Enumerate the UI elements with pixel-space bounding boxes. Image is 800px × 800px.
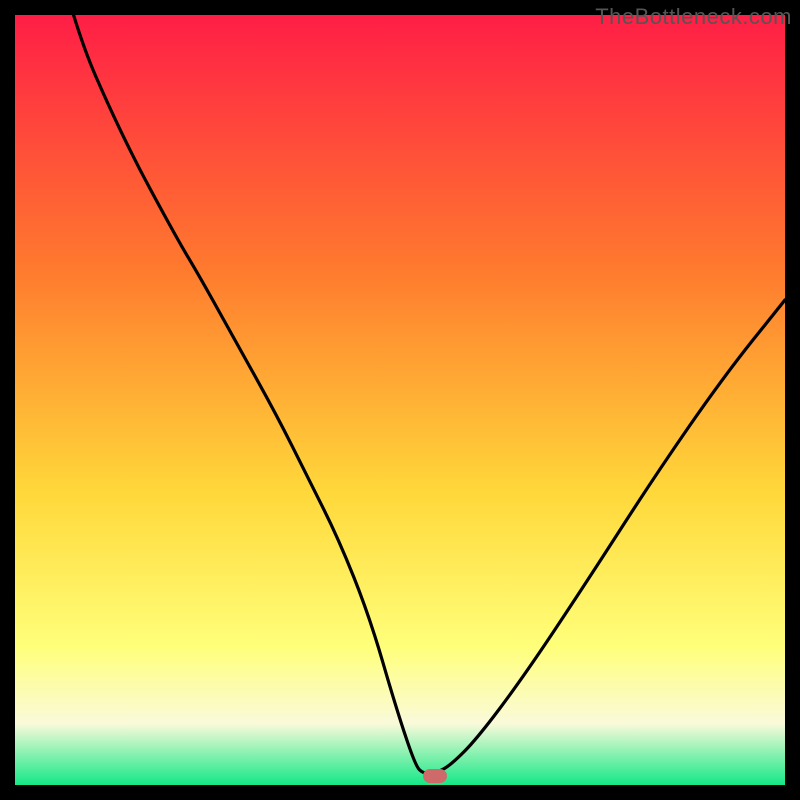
chart-svg [15,15,785,785]
chart-area [15,15,785,785]
chart-background [15,15,785,785]
watermark-text: TheBottleneck.com [595,4,792,30]
stage: TheBottleneck.com [0,0,800,800]
valley-marker [423,769,447,783]
